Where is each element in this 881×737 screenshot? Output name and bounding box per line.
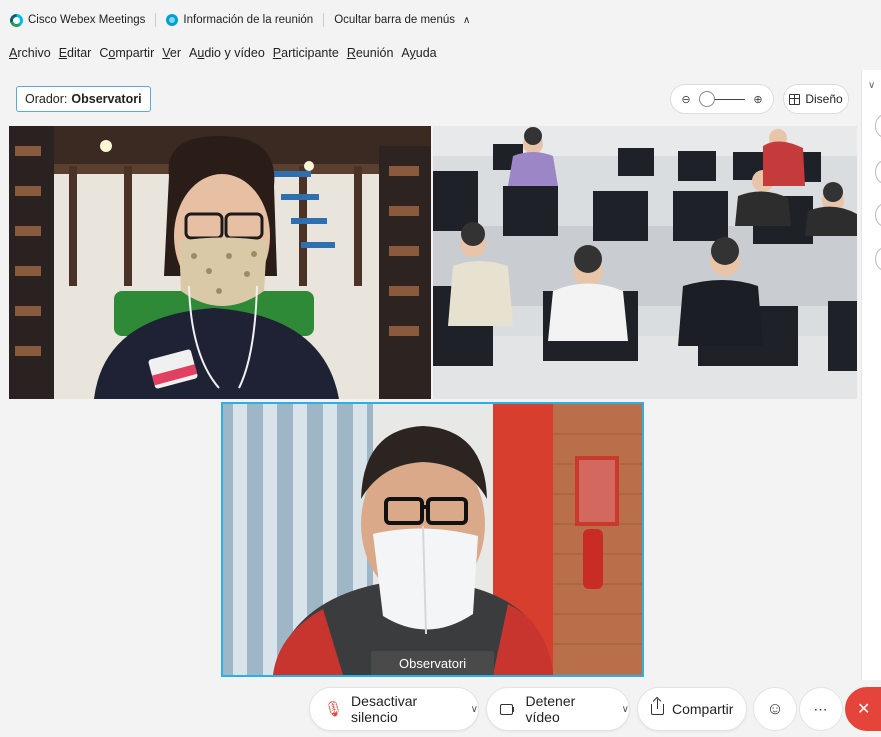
camera-icon xyxy=(500,703,516,715)
app-name: Cisco Webex Meetings xyxy=(28,14,146,26)
menu-label: mpartir xyxy=(115,46,155,60)
webex-window: Cisco Webex Meetings Información de la r… xyxy=(0,0,881,737)
participant-name: Observatori xyxy=(399,655,467,671)
menu-label: dio y vídeo xyxy=(204,46,265,60)
stop-video-button[interactable]: Detener vídeo ∨ xyxy=(486,687,630,731)
side-panel-collapsed: ∨ xyxy=(861,70,881,680)
chevron-down-icon[interactable]: ∨ xyxy=(622,704,629,715)
video-tile-participant[interactable] xyxy=(9,126,431,399)
menu-label: articipante xyxy=(281,46,339,60)
hide-menu-button[interactable]: Ocultar barra de menús ∧ xyxy=(334,14,470,26)
unmute-button[interactable]: 🎙︎ Desactivar silencio ∨ xyxy=(309,687,479,731)
title-separator xyxy=(323,13,325,27)
menu-archivo[interactable]: Archivo xyxy=(9,46,51,60)
panel-button[interactable] xyxy=(875,114,881,138)
menu-label: eunión xyxy=(355,46,394,60)
meeting-info-button[interactable]: Información de la reunión xyxy=(166,14,313,26)
unmute-label: Desactivar silencio xyxy=(351,693,418,725)
more-options-button[interactable]: ⋯ xyxy=(799,687,843,731)
title-bar: Cisco Webex Meetings Información de la r… xyxy=(0,0,881,40)
menu-ver[interactable]: Ver xyxy=(162,46,181,60)
menu-reunion[interactable]: Reunión xyxy=(347,46,394,60)
menu-editar[interactable]: Editar xyxy=(59,46,92,60)
active-speaker-video xyxy=(223,404,642,675)
video-tile-classroom[interactable] xyxy=(433,126,857,399)
more-icon: ⋯ xyxy=(813,700,829,717)
menu-accelerator: V xyxy=(162,46,170,60)
zoom-control: ⊖ ⊕ xyxy=(670,84,774,114)
panel-button[interactable] xyxy=(875,203,881,227)
menu-accelerator: R xyxy=(346,46,356,60)
share-button[interactable]: Compartir xyxy=(637,687,747,731)
zoom-slider-thumb[interactable] xyxy=(699,90,715,107)
meeting-controls: 🎙︎ Desactivar silencio ∨ Detener vídeo ∨… xyxy=(0,685,881,737)
close-icon: ✕ xyxy=(857,701,871,718)
menu-bar: Archivo Editar Compartir Ver Audio y víd… xyxy=(0,40,881,66)
menu-label: er xyxy=(169,46,182,60)
hide-menu-label: Ocultar barra de menús xyxy=(334,14,455,26)
app-title: Cisco Webex Meetings xyxy=(10,13,146,27)
menu-label: A xyxy=(401,46,410,60)
menu-accelerator: E xyxy=(58,46,68,60)
title-separator xyxy=(155,13,157,27)
participant-video xyxy=(9,126,431,399)
smiley-icon: ☺ xyxy=(766,699,784,718)
layout-button[interactable]: Diseño xyxy=(783,84,849,114)
menu-accelerator: P xyxy=(272,46,282,60)
chevron-down-icon[interactable]: ∨ xyxy=(471,704,478,715)
menu-audio-video[interactable]: Audio y vídeo xyxy=(189,46,265,60)
speaker-name: Observatori xyxy=(71,92,142,106)
classroom-video xyxy=(433,126,857,399)
share-label: Compartir xyxy=(672,701,734,717)
zoom-slider[interactable] xyxy=(699,90,745,107)
layout-label: Diseño xyxy=(805,92,843,106)
stop-video-label: Detener vídeo xyxy=(525,693,576,725)
end-meeting-button[interactable]: ✕ xyxy=(845,687,881,731)
chevron-down-icon[interactable]: ∨ xyxy=(868,80,875,91)
active-speaker-indicator: Orador: Observatori xyxy=(16,86,151,112)
menu-participante[interactable]: Participante xyxy=(273,46,339,60)
grid-layout-icon xyxy=(789,93,801,105)
menu-label: ditar xyxy=(67,46,92,60)
meeting-info-label: Información de la reunión xyxy=(183,14,314,26)
video-tile-active-speaker[interactable]: Observatori xyxy=(221,402,644,677)
mic-muted-icon: 🎙︎ xyxy=(324,701,344,718)
panel-button[interactable] xyxy=(875,247,881,271)
zoom-in-icon[interactable]: ⊕ xyxy=(751,93,765,106)
webex-logo-icon xyxy=(10,13,23,27)
participant-name-tag: Observatori xyxy=(371,651,495,675)
speaker-label: Orador: xyxy=(25,92,68,106)
menu-compartir[interactable]: Compartir xyxy=(99,46,154,60)
zoom-out-icon[interactable]: ⊖ xyxy=(679,93,693,106)
meeting-info-icon xyxy=(166,14,179,26)
share-icon xyxy=(651,698,664,715)
chevron-up-icon: ∧ xyxy=(463,14,471,26)
menu-ayuda[interactable]: Ayuda xyxy=(401,46,436,60)
menu-label: uda xyxy=(415,46,437,60)
menu-label: rchivo xyxy=(17,46,51,60)
panel-button[interactable] xyxy=(875,160,881,184)
reactions-button[interactable]: ☺ xyxy=(753,687,797,731)
